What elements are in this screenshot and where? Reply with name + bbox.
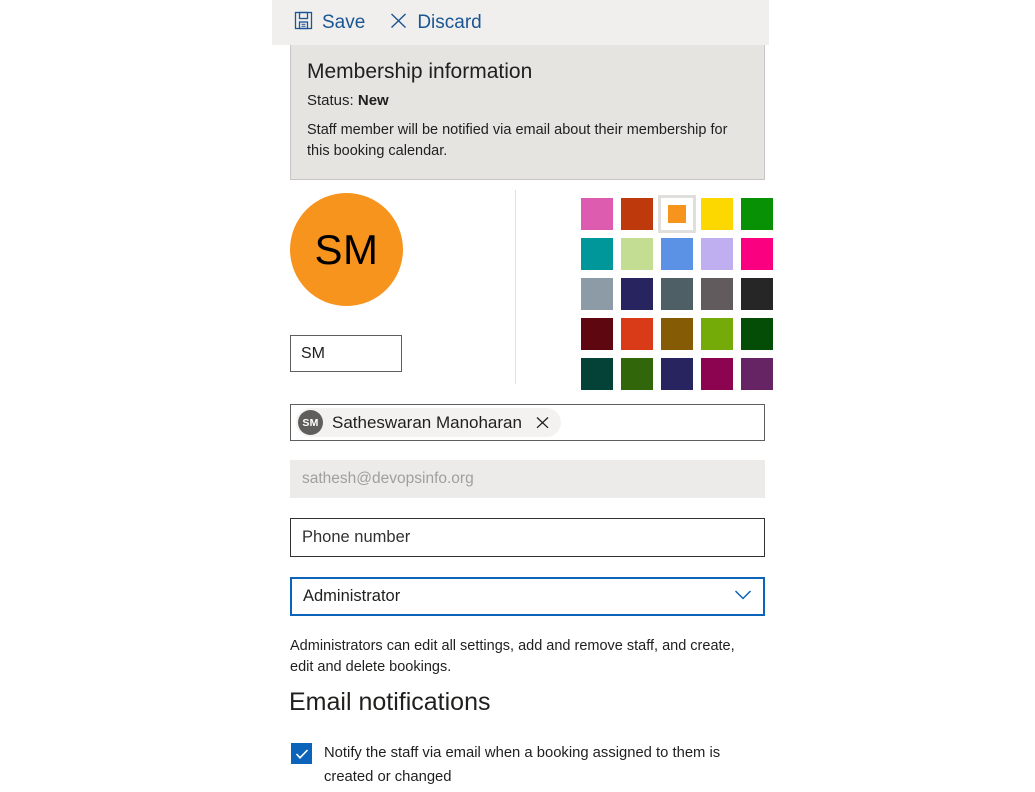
role-help-text: Administrators can edit all settings, ad… xyxy=(290,638,735,676)
color-swatch-fill xyxy=(701,318,733,350)
membership-status-label: Status: xyxy=(307,92,354,110)
person-chip-avatar: SM xyxy=(298,410,323,435)
staff-person-picker[interactable]: SM Satheswaran Manoharan xyxy=(290,404,765,441)
color-swatch-fill xyxy=(741,318,773,350)
notify-staff-checkbox-row[interactable]: Notify the staff via email when a bookin… xyxy=(291,742,761,790)
color-swatch-fill xyxy=(661,238,693,270)
color-swatch[interactable] xyxy=(658,275,696,313)
color-swatch[interactable] xyxy=(618,355,656,393)
membership-description: Staff member will be notified via email … xyxy=(307,122,728,160)
color-swatch-fill xyxy=(701,238,733,270)
save-button[interactable]: Save xyxy=(282,3,377,43)
avatar-zone: SM xyxy=(290,193,514,385)
initials-input[interactable] xyxy=(290,335,402,372)
role-dropdown-value: Administrator xyxy=(303,587,401,605)
check-icon xyxy=(295,748,308,759)
color-swatch-fill xyxy=(661,358,693,390)
color-swatch-fill xyxy=(621,358,653,390)
save-icon xyxy=(294,11,313,35)
color-swatch[interactable] xyxy=(658,235,696,273)
person-chip: SM Satheswaran Manoharan xyxy=(296,408,561,437)
color-swatch[interactable] xyxy=(698,275,736,313)
close-icon xyxy=(389,11,408,35)
membership-information-panel: Membership information Status: New Staff… xyxy=(290,45,765,180)
color-swatch-fill xyxy=(621,198,653,230)
notify-staff-checkbox[interactable] xyxy=(291,743,312,764)
color-swatch[interactable] xyxy=(738,315,776,353)
remove-person-icon[interactable] xyxy=(532,412,554,434)
avatar-initials: SM xyxy=(314,225,379,273)
color-swatch-fill xyxy=(581,198,613,230)
color-swatch[interactable] xyxy=(738,275,776,313)
color-swatch[interactable] xyxy=(658,195,696,233)
color-swatch-fill xyxy=(621,318,653,350)
role-dropdown[interactable]: Administrator xyxy=(290,577,765,616)
color-swatch[interactable] xyxy=(658,355,696,393)
color-swatch-fill xyxy=(741,238,773,270)
discard-button[interactable]: Discard xyxy=(377,3,493,43)
color-swatch-fill xyxy=(621,238,653,270)
color-swatch-fill xyxy=(661,278,693,310)
color-swatch-fill xyxy=(741,358,773,390)
command-bar: Save Discard xyxy=(272,0,769,45)
email-value: sathesh@devopsinfo.org xyxy=(302,470,474,487)
color-swatch-fill xyxy=(701,358,733,390)
color-swatch[interactable] xyxy=(578,235,616,273)
color-swatch[interactable] xyxy=(578,275,616,313)
color-swatch[interactable] xyxy=(738,235,776,273)
vertical-divider xyxy=(515,190,516,384)
save-button-label: Save xyxy=(322,12,366,33)
color-swatch[interactable] xyxy=(578,355,616,393)
avatar[interactable]: SM xyxy=(290,193,403,306)
color-swatch-fill xyxy=(581,278,613,310)
color-swatch-fill xyxy=(581,318,613,350)
status-badge: New xyxy=(357,92,389,110)
person-chip-name: Satheswaran Manoharan xyxy=(332,412,522,432)
color-swatch[interactable] xyxy=(578,195,616,233)
color-swatch-fill xyxy=(741,278,773,310)
color-swatch[interactable] xyxy=(738,355,776,393)
avatar-color-palette[interactable] xyxy=(578,195,776,393)
color-swatch-fill xyxy=(621,278,653,310)
color-swatch[interactable] xyxy=(658,315,696,353)
color-swatch[interactable] xyxy=(698,235,736,273)
color-swatch-fill xyxy=(581,238,613,270)
membership-title: Membership information xyxy=(307,60,533,83)
color-swatch[interactable] xyxy=(618,195,656,233)
color-swatch[interactable] xyxy=(738,195,776,233)
color-swatch[interactable] xyxy=(618,275,656,313)
email-field: sathesh@devopsinfo.org xyxy=(290,460,765,498)
color-swatch-fill xyxy=(661,318,693,350)
color-swatch-fill xyxy=(668,205,686,223)
color-swatch-fill xyxy=(701,198,733,230)
color-swatch-fill xyxy=(581,358,613,390)
color-swatch[interactable] xyxy=(698,315,736,353)
email-notifications-title: Email notifications xyxy=(289,688,491,716)
color-swatch[interactable] xyxy=(578,315,616,353)
color-swatch-fill xyxy=(701,278,733,310)
color-swatch-fill xyxy=(741,198,773,230)
discard-button-label: Discard xyxy=(417,12,482,33)
phone-number-input[interactable] xyxy=(290,518,765,557)
color-swatch[interactable] xyxy=(618,315,656,353)
color-swatch[interactable] xyxy=(698,195,736,233)
notify-staff-checkbox-label: Notify the staff via email when a bookin… xyxy=(324,745,721,785)
color-swatch[interactable] xyxy=(698,355,736,393)
color-swatch[interactable] xyxy=(618,235,656,273)
chevron-down-icon xyxy=(734,588,752,606)
membership-status: Status: New xyxy=(307,92,748,109)
